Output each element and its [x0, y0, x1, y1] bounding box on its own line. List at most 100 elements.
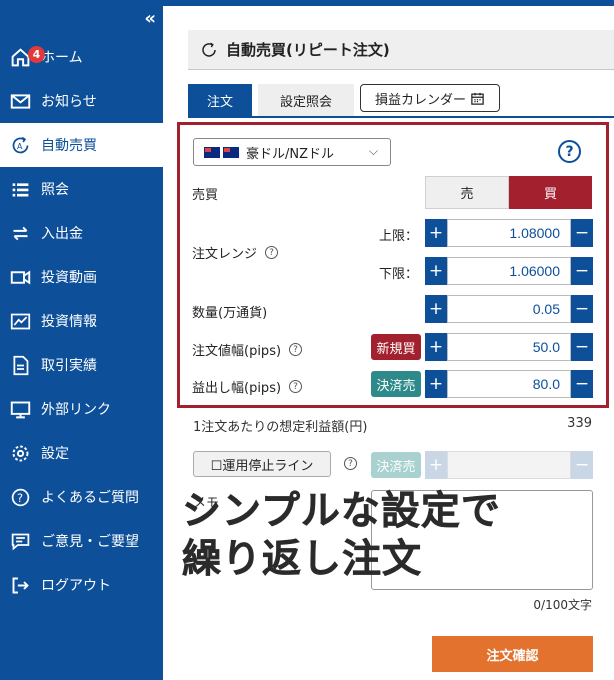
tab-settings-inquiry[interactable]: 設定照会 — [258, 84, 354, 116]
close-sell-badge: 決済売 — [371, 371, 421, 397]
take-profit-text: 益出し幅(pips) — [192, 381, 282, 396]
monitor-icon — [8, 397, 32, 421]
order-confirm-button[interactable]: 注文確認 — [432, 636, 593, 672]
question-icon: ? — [8, 485, 32, 509]
upper-limit-input[interactable]: 1.08000 — [447, 219, 571, 247]
memo-char-count: 0/100文字 — [533, 598, 592, 612]
estimated-profit-label: 1注文あたりの想定利益額(円) — [193, 420, 368, 435]
stop-line-input[interactable] — [447, 451, 571, 479]
nz-flag-icon — [223, 146, 239, 158]
comment-icon — [8, 529, 32, 553]
au-flag-icon — [204, 146, 220, 158]
upper-limit-stepper: + 1.08000 − — [425, 219, 593, 247]
sidebar-item-label: 自動売買 — [41, 138, 97, 154]
tab-bar: 注文 設定照会 損益カレンダー — [188, 84, 614, 118]
quantity-minus-button[interactable]: − — [571, 295, 593, 323]
sidebar-item-results[interactable]: 取引実績 — [0, 343, 163, 387]
logout-icon — [8, 573, 32, 597]
sidebar-item-label: 投資動画 — [41, 270, 97, 286]
list-icon — [8, 177, 32, 201]
stop-line-toggle[interactable]: ☐運用停止ライン — [193, 451, 331, 477]
sidebar-item-label: ホーム — [41, 50, 83, 66]
sidebar-item-feedback[interactable]: ご意見・ご要望 — [0, 519, 163, 563]
help-icon[interactable]: ? — [344, 457, 357, 470]
sell-button[interactable]: 売 — [425, 176, 509, 209]
page-header: 自動売買(リピート注文) — [188, 30, 614, 70]
sidebar-item-label: 投資情報 — [41, 314, 97, 330]
pl-calendar-button[interactable]: 損益カレンダー — [360, 84, 500, 112]
transfer-icon — [8, 221, 32, 245]
take-profit-label: 益出し幅(pips)? — [192, 377, 303, 396]
lower-limit-plus-button[interactable]: + — [425, 257, 447, 285]
auto-trade-icon: A — [8, 133, 32, 157]
order-width-input[interactable]: 50.0 — [447, 333, 571, 361]
lower-limit-input[interactable]: 1.06000 — [447, 257, 571, 285]
order-range-label: 注文レンジ? — [192, 243, 279, 262]
sidebar-item-inquiry[interactable]: 照会 — [0, 167, 163, 211]
lower-limit-minus-button[interactable]: − — [571, 257, 593, 285]
document-icon — [8, 353, 32, 377]
sidebar-item-label: 設定 — [41, 446, 69, 462]
chevron-down-icon: ⌵ — [368, 144, 378, 158]
sidebar-nav: ホーム お知らせ A 自動売買 照会 入出金 投資動画 投資情報 取引実績 外部… — [0, 35, 163, 607]
collapse-sidebar-button[interactable]: « — [144, 8, 156, 29]
svg-text:?: ? — [17, 490, 23, 504]
sidebar-item-info[interactable]: 投資情報 — [0, 299, 163, 343]
new-buy-badge: 新規買 — [371, 334, 421, 360]
upper-limit-plus-button[interactable]: + — [425, 219, 447, 247]
top-accent-bar — [163, 0, 614, 6]
sidebar-item-label: 照会 — [41, 182, 69, 198]
promo-line-1: シンプルな設定で — [182, 489, 501, 535]
help-icon[interactable]: ? — [289, 343, 303, 356]
sidebar-item-label: ご意見・ご要望 — [41, 534, 139, 550]
page-title: 自動売買(リピート注文) — [226, 41, 390, 59]
sidebar-item-external-links[interactable]: 外部リンク — [0, 387, 163, 431]
sidebar-item-news[interactable]: お知らせ — [0, 79, 163, 123]
promo-overlay-text: シンプルな設定で 繰り返し注文 — [182, 488, 501, 584]
stop-line-minus-button[interactable]: − — [571, 451, 593, 479]
buy-button[interactable]: 買 — [509, 176, 592, 209]
lower-limit-stepper: + 1.06000 − — [425, 257, 593, 285]
promo-line-2: 繰り返し注文 — [182, 537, 423, 583]
take-profit-minus-button[interactable]: − — [571, 370, 593, 398]
order-width-minus-button[interactable]: − — [571, 333, 593, 361]
mail-icon — [8, 89, 32, 113]
order-width-plus-button[interactable]: + — [425, 333, 447, 361]
quantity-stepper: + 0.05 − — [425, 295, 593, 323]
order-width-text: 注文値幅(pips) — [192, 344, 282, 359]
sidebar-item-auto-trade[interactable]: A 自動売買 — [0, 123, 163, 167]
order-width-label: 注文値幅(pips)? — [192, 340, 303, 359]
help-button[interactable]: ? — [558, 140, 581, 163]
help-icon[interactable]: ? — [289, 380, 303, 393]
sidebar-item-video[interactable]: 投資動画 — [0, 255, 163, 299]
upper-limit-minus-button[interactable]: − — [571, 219, 593, 247]
pl-calendar-label: 損益カレンダー — [374, 92, 466, 108]
sidebar-item-label: 取引実績 — [41, 358, 97, 374]
upper-limit-label: 上限： — [379, 229, 419, 244]
sidebar-item-label: お知らせ — [41, 94, 97, 110]
help-icon[interactable]: ? — [265, 246, 279, 259]
quantity-plus-button[interactable]: + — [425, 295, 447, 323]
calendar-icon — [471, 92, 484, 105]
sidebar-item-home[interactable]: ホーム — [0, 35, 163, 79]
quantity-input[interactable]: 0.05 — [447, 295, 571, 323]
sidebar-item-deposit[interactable]: 入出金 — [0, 211, 163, 255]
currency-pair-select[interactable]: 豪ドル/NZドル ⌵ — [193, 138, 391, 166]
stop-line-plus-button[interactable]: + — [425, 451, 447, 479]
tab-order[interactable]: 注文 — [188, 84, 252, 116]
video-icon — [8, 265, 32, 289]
order-width-stepper: + 50.0 − — [425, 333, 593, 361]
sidebar-item-faq[interactable]: ? よくあるご質問 — [0, 475, 163, 519]
sidebar-item-logout[interactable]: ログアウト — [0, 563, 163, 607]
sidebar-item-label: よくあるご質問 — [41, 490, 139, 506]
auto-trade-icon — [202, 42, 216, 57]
sidebar-item-label: 外部リンク — [41, 402, 111, 418]
lower-limit-label: 下限： — [379, 267, 419, 282]
close-sell-badge-disabled: 決済売 — [371, 452, 421, 478]
estimated-profit-value: 339 — [567, 416, 592, 431]
sidebar: « ホーム お知らせ A 自動売買 照会 入出金 投資動画 投資情報 取引実績 … — [0, 0, 163, 680]
take-profit-input[interactable]: 80.0 — [447, 370, 571, 398]
sidebar-item-settings[interactable]: 設定 — [0, 431, 163, 475]
take-profit-plus-button[interactable]: + — [425, 370, 447, 398]
sidebar-item-label: 入出金 — [41, 226, 83, 242]
